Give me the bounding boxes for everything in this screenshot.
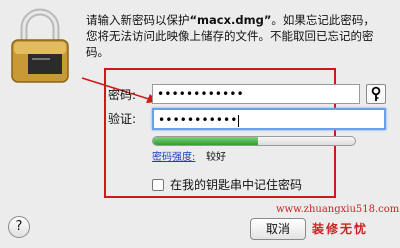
message-line1-prefix: 请输入新密码以保护	[86, 13, 190, 27]
dialog-message: 请输入新密码以保护“macx.dmg”。如果忘记此密码， 您将无法访问此映像上储…	[86, 12, 392, 60]
verify-value: •••••••••••	[158, 113, 238, 127]
cancel-button[interactable]: 取消	[250, 218, 306, 240]
verify-field[interactable]: •••••••••••	[152, 108, 386, 130]
verify-label: 验证:	[108, 112, 137, 126]
remember-checkbox[interactable]	[152, 179, 164, 191]
lock-icon	[11, 8, 69, 83]
password-strength-link[interactable]: 密码强度:	[152, 152, 195, 164]
password-field[interactable]: ••••••••••••	[152, 84, 360, 104]
password-strength-bar	[152, 136, 356, 146]
password-strength-value: 较好	[206, 152, 226, 163]
watermark-title: 装修无忧	[312, 222, 369, 236]
help-button[interactable]: ?	[8, 216, 30, 238]
password-strength-fill	[153, 137, 259, 145]
create-password-dialog: 请输入新密码以保护“macx.dmg”。如果忘记此密码， 您将无法访问此映像上储…	[0, 0, 400, 248]
message-line1-suffix: 。如果忘记此密码，	[271, 13, 375, 27]
remember-label: 在我的钥匙串中记住密码	[170, 178, 303, 192]
remember-in-keychain[interactable]: 在我的钥匙串中记住密码	[152, 178, 302, 192]
key-icon	[371, 86, 381, 101]
text-caret	[238, 114, 240, 127]
password-assistant-button[interactable]	[366, 84, 386, 104]
password-label: 密码:	[108, 88, 137, 102]
message-file-name: “macx.dmg”	[189, 13, 272, 27]
message-line2: 您将无法访问此映像上储存的文件。不能取回已忘记的密码。	[86, 29, 374, 59]
watermark-url: www.zhuangxiu518.com	[276, 204, 400, 215]
